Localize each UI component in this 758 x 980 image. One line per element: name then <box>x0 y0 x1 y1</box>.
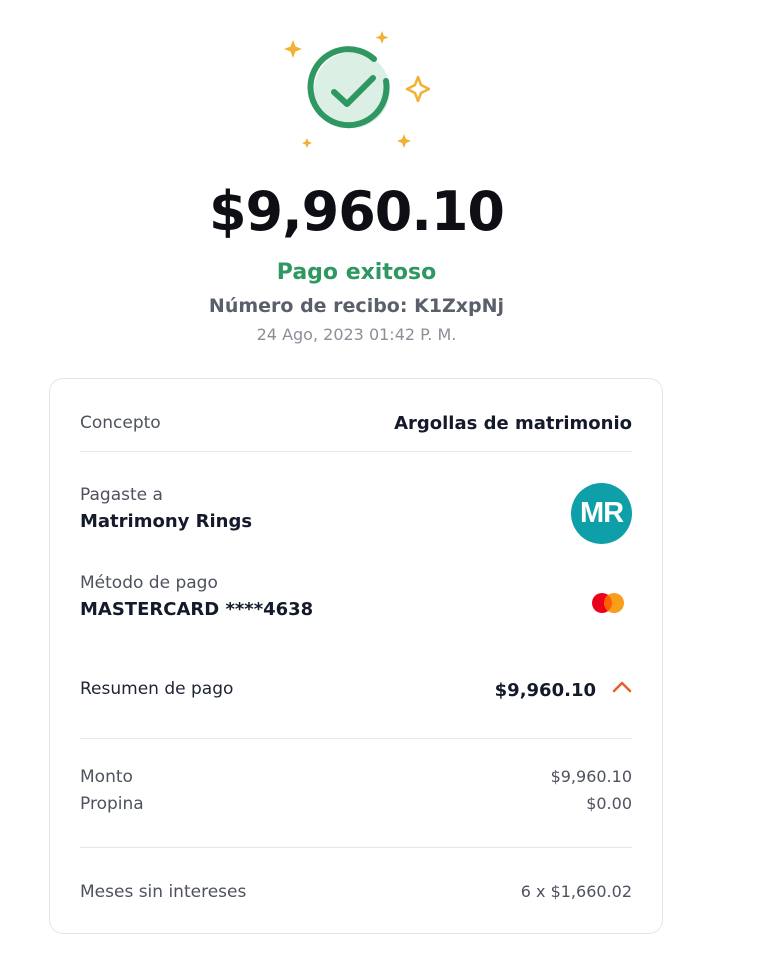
msi-row: Meses sin intereses 6 x $1,660.02 <box>80 882 632 902</box>
payment-summary-total: $9,960.10 <box>494 680 596 701</box>
payment-method-row: Método de pago MASTERCARD ****4638 <box>80 573 632 620</box>
payment-date: 24 Ago, 2023 01:42 P. M. <box>256 325 457 344</box>
divider <box>80 847 632 848</box>
mastercard-icon <box>590 591 626 615</box>
payment-amount: $9,960.10 <box>208 180 505 243</box>
concept-label: Concepto <box>80 413 161 433</box>
paid-to-label: Pagaste a <box>80 485 163 505</box>
summary-item-value: $0.00 <box>586 794 632 813</box>
concept-row: Concepto Argollas de matrimonio <box>80 413 632 434</box>
merchant-avatar: MR <box>571 483 632 544</box>
summary-item-value: $9,960.10 <box>550 767 632 786</box>
paid-to-row: Pagaste a Matrimony Rings <box>80 485 632 532</box>
summary-item-label: Monto <box>80 767 133 787</box>
receipt-number: Número de recibo: K1ZxpNj <box>208 295 505 317</box>
success-check-icon <box>280 28 431 158</box>
merchant-name: Matrimony Rings <box>80 511 253 532</box>
msi-label: Meses sin intereses <box>80 882 247 902</box>
concept-value: Argollas de matrimonio <box>394 413 632 434</box>
payment-details-card: Concepto Argollas de matrimonio Pagaste … <box>49 378 663 934</box>
chevron-up-icon[interactable] <box>612 679 632 693</box>
summary-item: Monto $9,960.10 <box>80 767 632 787</box>
summary-item-label: Propina <box>80 794 144 814</box>
payment-summary-header[interactable]: Resumen de pago $9,960.10 <box>80 679 632 701</box>
payment-method-label: Método de pago <box>80 573 218 593</box>
msi-value: 6 x $1,660.02 <box>520 882 632 901</box>
summary-item: Propina $0.00 <box>80 794 632 814</box>
divider <box>80 451 632 452</box>
payment-summary-label: Resumen de pago <box>80 679 234 699</box>
divider <box>80 738 632 739</box>
payment-method-value: MASTERCARD ****4638 <box>80 599 314 620</box>
payment-status: Pago exitoso <box>276 260 437 285</box>
